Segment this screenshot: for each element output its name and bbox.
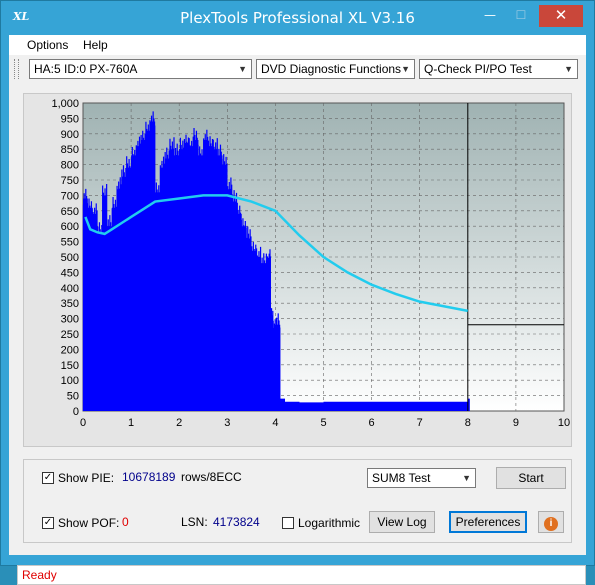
y-tick-label: 800 [61, 160, 79, 172]
logarithmic-checkbox[interactable] [282, 517, 294, 529]
y-tick-label: 100 [61, 375, 79, 387]
x-tick-label: 10 [558, 417, 570, 429]
start-button[interactable]: Start [496, 467, 566, 489]
y-tick-label: 250 [61, 329, 79, 341]
close-icon[interactable]: ✕ [539, 5, 583, 27]
y-tick-label: 700 [61, 190, 79, 202]
logarithmic-label: Logarithmic [298, 516, 361, 530]
y-tick-label: 400 [61, 283, 79, 295]
maximize-icon[interactable]: ☐ [508, 5, 534, 27]
pie-value: 10678189 [122, 470, 176, 484]
menu-bar: Options Help [9, 35, 586, 55]
y-tick-label: 50 [67, 391, 79, 403]
y-tick-label: 200 [61, 344, 79, 356]
x-tick-label: 1 [128, 417, 134, 429]
preferences-button[interactable]: Preferences [449, 511, 527, 533]
y-tick-label: 500 [61, 252, 79, 264]
x-tick-label: 3 [224, 417, 230, 429]
y-tick-label: 950 [61, 113, 79, 125]
pie-unit: rows/8ECC [181, 470, 242, 484]
test-select[interactable]: Q-Check PI/PO Test ▼ [419, 59, 578, 79]
lsn-label: LSN: [181, 515, 208, 529]
info-button[interactable]: i [538, 511, 564, 533]
x-tick-label: 0 [80, 417, 86, 429]
view-log-button[interactable]: View Log [369, 511, 435, 533]
sum-test-select[interactable]: SUM8 Test ▼ [367, 468, 476, 488]
chevron-down-icon: ▼ [401, 64, 410, 74]
show-poe-label: Show POF: [58, 516, 120, 530]
window-title: PlexTools Professional XL V3.16 [180, 9, 415, 27]
poe-value: 0 [122, 515, 129, 529]
pi-po-chart: 0501001502002503003504004505005506006507… [51, 98, 570, 429]
test-select-value: Q-Check PI/PO Test [424, 62, 532, 76]
x-tick-label: 4 [272, 417, 278, 429]
show-poe-checkbox[interactable]: ✓ [42, 517, 54, 529]
y-tick-label: 900 [61, 129, 79, 141]
y-tick-label: 450 [61, 267, 79, 279]
y-tick-label: 150 [61, 360, 79, 372]
menu-help[interactable]: Help [83, 38, 108, 52]
x-tick-label: 2 [176, 417, 182, 429]
chevron-down-icon: ▼ [238, 64, 247, 74]
y-tick-label: 1,000 [51, 98, 79, 110]
x-tick-label: 9 [513, 417, 519, 429]
x-tick-label: 7 [417, 417, 423, 429]
drive-select-value: HA:5 ID:0 PX-760A [34, 62, 138, 76]
client-area: Options Help HA:5 ID:0 PX-760A ▼ DVD Dia… [9, 35, 586, 585]
chevron-down-icon: ▼ [462, 473, 471, 483]
function-select-value: DVD Diagnostic Functions [261, 62, 402, 76]
lsn-value: 4173824 [213, 515, 260, 529]
options-panel: ✓ Show PIE: 10678189 rows/8ECC SUM8 Test… [23, 459, 572, 543]
app-window: XL PlexTools Professional XL V3.16 — ☐ ✕… [0, 0, 595, 585]
drive-select[interactable]: HA:5 ID:0 PX-760A ▼ [29, 59, 252, 79]
show-pie-checkbox[interactable]: ✓ [42, 472, 54, 484]
title-bar[interactable]: XL PlexTools Professional XL V3.16 — ☐ ✕ [1, 1, 594, 35]
chevron-down-icon: ▼ [564, 64, 573, 74]
x-tick-label: 6 [369, 417, 375, 429]
y-tick-label: 300 [61, 314, 79, 326]
y-tick-label: 0 [73, 406, 79, 418]
show-pie-label: Show PIE: [58, 471, 115, 485]
toolbar-grip[interactable] [14, 59, 19, 79]
minimize-icon[interactable]: — [477, 5, 503, 27]
y-tick-label: 600 [61, 221, 79, 233]
x-tick-label: 8 [465, 417, 471, 429]
chart-panel: 0 50 100 150 200 250 300 350 400 450 500 550 600 650 7… [23, 93, 572, 447]
y-tick-label: 350 [61, 298, 79, 310]
info-icon: i [544, 517, 558, 531]
y-tick-label: 550 [61, 237, 79, 249]
toolbar: HA:5 ID:0 PX-760A ▼ DVD Diagnostic Funct… [9, 55, 586, 85]
y-tick-label: 750 [61, 175, 79, 187]
y-tick-label: 850 [61, 144, 79, 156]
function-select[interactable]: DVD Diagnostic Functions ▼ [256, 59, 415, 79]
x-tick-label: 5 [320, 417, 326, 429]
sum-test-select-value: SUM8 Test [372, 471, 431, 485]
y-tick-label: 650 [61, 206, 79, 218]
status-bar: Ready [17, 565, 586, 585]
menu-options[interactable]: Options [27, 38, 68, 52]
